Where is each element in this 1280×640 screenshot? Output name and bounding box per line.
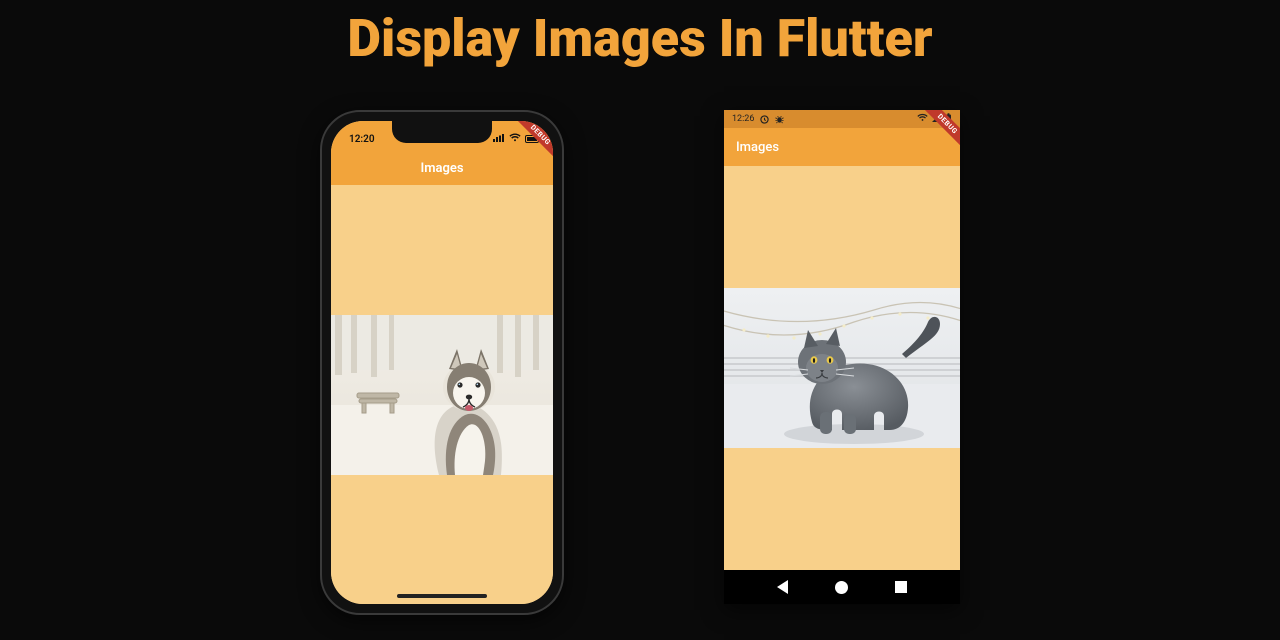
nav-back-icon[interactable] (777, 580, 788, 594)
ios-image (331, 315, 553, 475)
android-status-time: 12:26 (732, 114, 754, 124)
android-app-bar: Images (724, 128, 960, 166)
android-appbar-title: Images (736, 140, 779, 155)
clock-icon (759, 114, 769, 124)
iphone-device-frame: DEBUG 12:20 Images (320, 110, 564, 615)
bug-icon (774, 114, 784, 124)
ios-home-indicator (397, 594, 487, 598)
ios-appbar-title: Images (420, 161, 463, 176)
android-device-frame: DEBUG 12:26 (724, 110, 960, 604)
android-status-bar: 12:26 (724, 110, 960, 128)
nav-recents-icon[interactable] (895, 581, 907, 593)
ios-status-time: 12:20 (349, 134, 375, 145)
iphone-notch (392, 121, 492, 143)
wifi-icon (917, 113, 928, 125)
ios-app-bar: Images (331, 151, 553, 185)
iphone-screen: DEBUG 12:20 Images (331, 121, 553, 604)
wifi-icon (509, 133, 521, 145)
android-image (724, 288, 960, 448)
nav-home-icon[interactable] (835, 581, 848, 594)
android-body (724, 166, 960, 570)
android-nav-bar (724, 570, 960, 604)
android-screen: DEBUG 12:26 (724, 110, 960, 604)
device-stage: DEBUG 12:20 Images (0, 100, 1280, 640)
ios-body (331, 185, 553, 604)
page-title: Display Images In Flutter (0, 8, 1280, 69)
signal-icon (493, 134, 505, 145)
